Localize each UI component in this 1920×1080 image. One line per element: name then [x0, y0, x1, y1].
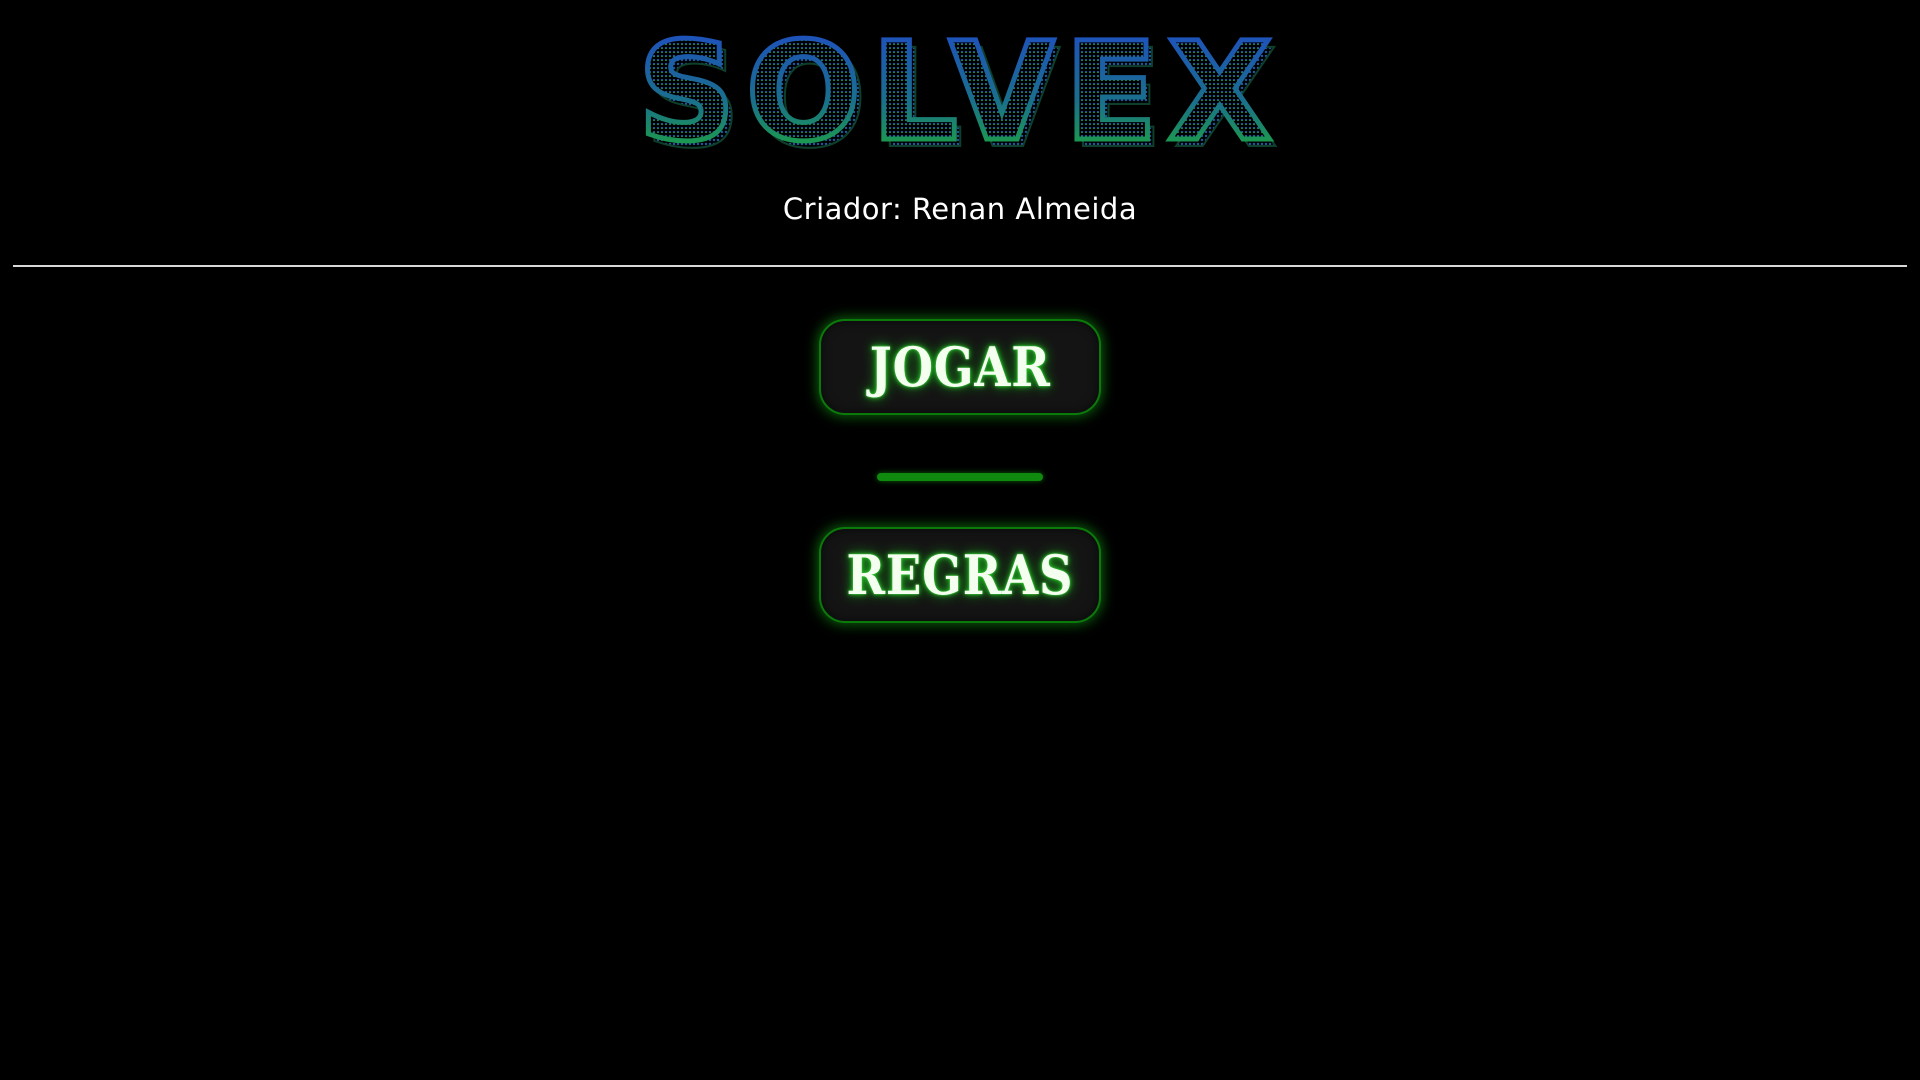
- play-button-label: JOGAR: [869, 335, 1051, 399]
- rules-button[interactable]: REGRAS: [819, 527, 1101, 623]
- creator-credit: Criador: Renan Almeida: [782, 192, 1138, 226]
- menu-separator: [877, 473, 1043, 481]
- title-logo: SOLVEX SOLVEX: [0, 18, 1920, 158]
- play-button[interactable]: JOGAR: [819, 319, 1101, 415]
- title-text: SOLVEX: [640, 18, 1280, 158]
- header-divider: [13, 265, 1907, 267]
- rules-button-label: REGRAS: [846, 543, 1074, 607]
- title-logo-svg: SOLVEX SOLVEX: [640, 18, 1280, 158]
